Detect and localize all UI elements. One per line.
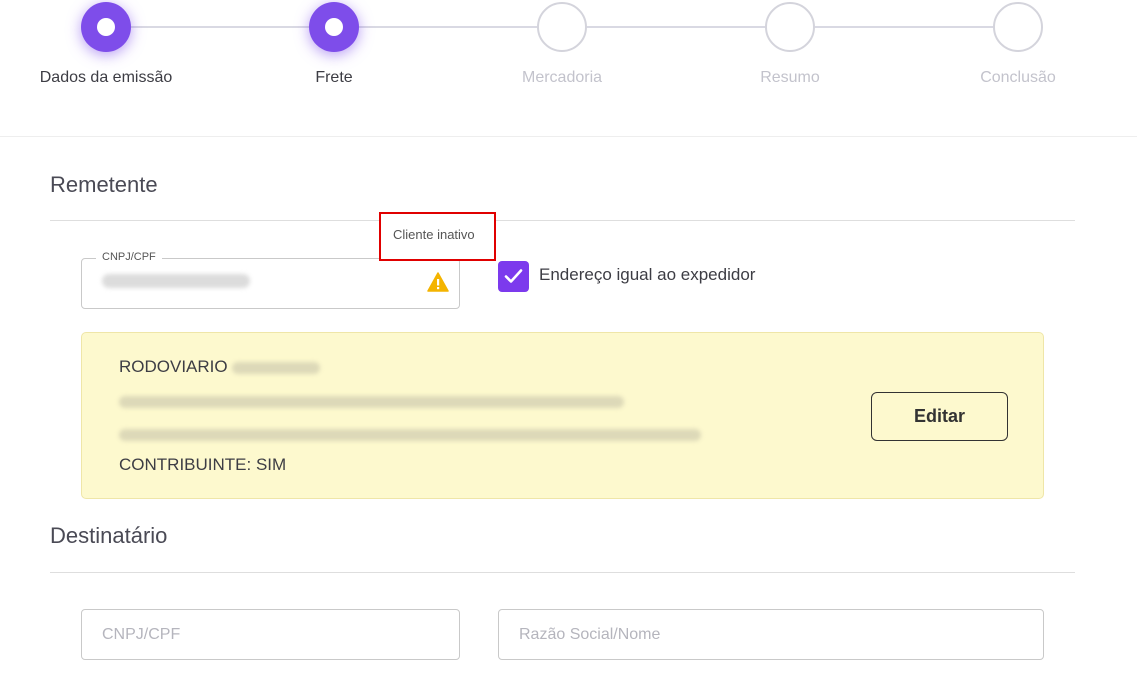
client-registration-line <box>119 424 701 444</box>
step-label: Conclusão <box>980 69 1056 86</box>
destinatario-razao-social-input[interactable]: Razão Social/Nome <box>498 609 1044 660</box>
client-contribuinte: CONTRIBUINTE: SIM <box>119 455 287 474</box>
step-label: Dados da emissão <box>39 69 173 86</box>
destinatario-cnpj-input[interactable]: CNPJ/CPF <box>81 609 460 660</box>
same-address-label[interactable]: Endereço igual ao expedidor <box>539 265 755 285</box>
input-placeholder: CNPJ/CPF <box>102 626 181 643</box>
field-legend: CNPJ/CPF <box>96 251 162 263</box>
step-label: Mercadoria <box>521 69 603 86</box>
progress-stepper: Dados da emissão Frete Mercadoria Resumo… <box>0 0 1137 137</box>
inactive-client-tooltip: Cliente inativo <box>379 212 496 261</box>
step-label: Resumo <box>760 69 820 86</box>
client-info-card: RODOVIARIO CONTRIBUINTE: SIM Editar <box>81 332 1044 499</box>
edit-button[interactable]: Editar <box>871 392 1008 441</box>
client-address-line <box>119 391 624 411</box>
redacted-text <box>119 428 701 441</box>
redacted-text <box>232 361 321 374</box>
step-conclusao[interactable]: Conclusão <box>938 2 1098 87</box>
redacted-text <box>119 395 624 408</box>
section-divider <box>50 220 1075 221</box>
step-circle-pending <box>765 2 815 52</box>
step-circle-completed <box>309 2 359 52</box>
redacted-value <box>102 274 250 288</box>
step-frete[interactable]: Frete <box>254 2 414 87</box>
step-circle-pending <box>537 2 587 52</box>
section-title-remetente: Remetente <box>50 172 158 197</box>
same-address-checkbox[interactable] <box>498 261 529 292</box>
tooltip-text: Cliente inativo <box>393 227 475 242</box>
client-name-line: RODOVIARIO <box>119 357 321 377</box>
step-mercadoria[interactable]: Mercadoria <box>482 2 642 87</box>
step-dados-emissao[interactable]: Dados da emissão <box>26 2 186 87</box>
remetente-cnpj-field[interactable]: CNPJ/CPF <box>81 251 460 309</box>
input-placeholder: Razão Social/Nome <box>519 626 661 643</box>
warning-icon[interactable] <box>427 272 449 292</box>
step-resumo[interactable]: Resumo <box>710 2 870 87</box>
step-circle-pending <box>993 2 1043 52</box>
step-label: Frete <box>315 69 353 86</box>
step-circle-completed <box>81 2 131 52</box>
section-divider <box>50 572 1075 573</box>
client-name: RODOVIARIO <box>119 357 228 376</box>
section-title-destinatario: Destinatário <box>50 523 168 548</box>
check-icon <box>504 269 523 283</box>
